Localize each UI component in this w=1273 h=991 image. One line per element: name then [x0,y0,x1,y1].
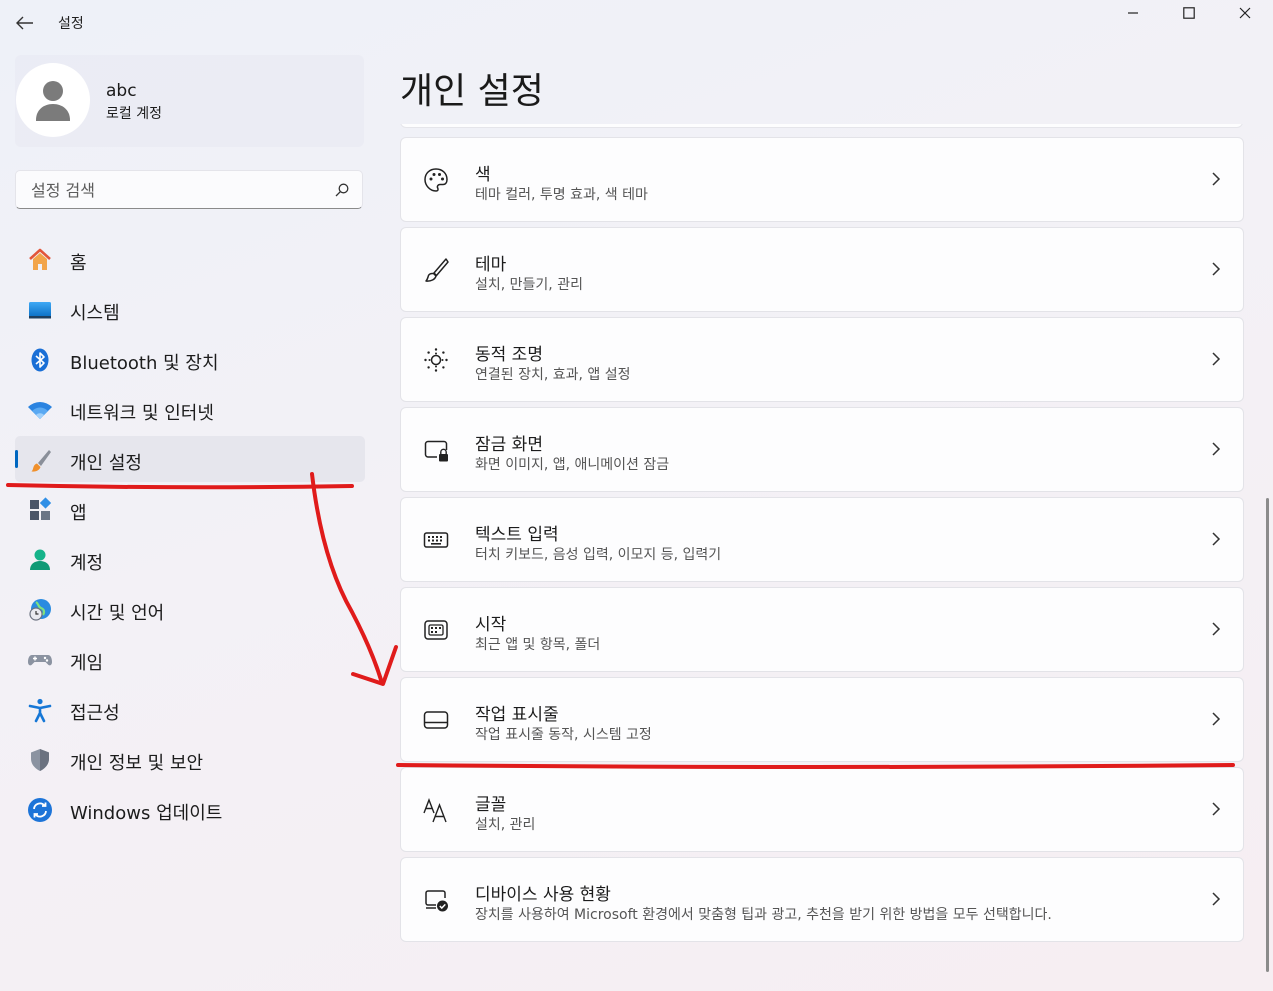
settings-search-box[interactable] [15,170,363,209]
sidebar-item-accessibility[interactable]: 접근성 [15,686,365,732]
card-title: 디바이스 사용 현황 [475,885,611,905]
card-title: 시작 [475,615,507,635]
account-icon [27,547,53,573]
sidebar-item-apps[interactable]: 앱 [15,486,365,532]
card-title: 글꼴 [475,795,507,815]
lock-screen-icon [422,436,450,464]
card-title: 동적 조명 [475,345,543,365]
chevron-right-icon [1212,172,1221,186]
system-icon [27,297,53,323]
sidebar-item-personalization[interactable]: 개인 설정 [15,436,365,482]
card-title: 테마 [475,255,507,275]
fonts-icon [422,796,450,824]
card-subtitle: 장치를 사용하여 Microsoft 환경에서 맞춤형 팁과 광고, 추천을 받… [475,907,1052,923]
sidebar-item-privacy-security[interactable]: 개인 정보 및 보안 [15,736,365,782]
card-title: 색 [475,165,491,185]
search-input[interactable] [29,177,333,203]
chevron-right-icon [1212,892,1221,906]
card-themes[interactable]: 테마 설치, 만들기, 관리 [400,227,1244,312]
card-subtitle: 테마 컬러, 투명 효과, 색 테마 [475,187,648,203]
palette-icon [422,166,450,194]
chevron-right-icon [1212,622,1221,636]
avatar-person-icon [36,81,70,121]
card-device-usage[interactable]: 디바이스 사용 현황 장치를 사용하여 Microsoft 환경에서 맞춤형 팁… [400,857,1244,942]
avatar [16,63,90,137]
card-subtitle: 터치 키보드, 음성 입력, 이모지 등, 입력기 [475,547,722,563]
card-fonts[interactable]: 글꼴 설치, 관리 [400,767,1244,852]
card-subtitle: 화면 이미지, 앱, 애니메이션 잠금 [475,457,670,473]
card-dynamic-lighting[interactable]: 동적 조명 연결된 장치, 효과, 앱 설정 [400,317,1244,402]
card-subtitle: 설치, 만들기, 관리 [475,277,583,293]
device-usage-icon [422,886,450,914]
account-type: 로컬 계정 [106,106,162,122]
close-icon [1239,7,1251,19]
card-title: 잠금 화면 [475,435,543,455]
app-title: 설정 [58,16,84,32]
content-scrollbar[interactable] [1266,498,1269,972]
start-icon [422,616,450,644]
chevron-right-icon [1212,532,1221,546]
maximize-icon [1183,7,1195,19]
sidebar-nav: 홈 시스템 Bluetooth 및 장치 네트워크 및 인터넷 개인 설정 앱 [15,236,365,836]
active-indicator [15,450,18,468]
sidebar-item-windows-update[interactable]: Windows 업데이트 [15,786,365,832]
minimize-icon [1128,12,1138,14]
bluetooth-icon [27,347,53,373]
sidebar-item-bluetooth[interactable]: Bluetooth 및 장치 [15,336,365,382]
chevron-right-icon [1212,442,1221,456]
close-button[interactable] [1217,0,1273,26]
shield-icon [27,747,53,773]
card-text-input[interactable]: 텍스트 입력 터치 키보드, 음성 입력, 이모지 등, 입력기 [400,497,1244,582]
card-taskbar[interactable]: 작업 표시줄 작업 표시줄 동작, 시스템 고정 [400,677,1244,762]
wifi-icon [27,397,53,423]
card-start[interactable]: 시작 최근 앱 및 항목, 폴더 [400,587,1244,672]
sidebar-item-gaming[interactable]: 게임 [15,636,365,682]
minimize-button[interactable] [1105,0,1161,26]
chevron-right-icon [1212,802,1221,816]
sidebar-item-system[interactable]: 시스템 [15,286,365,332]
previous-card-edge [400,124,1243,128]
dynamic-lighting-icon [422,346,450,374]
taskbar-icon [422,706,450,734]
card-subtitle: 작업 표시줄 동작, 시스템 고정 [475,727,652,743]
gamepad-icon [27,647,53,673]
arrow-left-icon [16,16,33,30]
maximize-button[interactable] [1161,0,1217,26]
paintbrush-icon [27,447,53,473]
card-title: 텍스트 입력 [475,525,559,545]
title-bar: 설정 [0,0,1273,46]
update-icon [27,797,53,823]
sidebar-item-accounts[interactable]: 계정 [15,536,365,582]
search-icon[interactable] [335,183,349,197]
chevron-right-icon [1212,262,1221,276]
accessibility-icon [27,697,53,723]
back-button[interactable] [12,10,38,36]
card-title: 작업 표시줄 [475,705,559,725]
sidebar-item-home[interactable]: 홈 [15,236,365,282]
globe-clock-icon [27,597,53,623]
sidebar-item-time-language[interactable]: 시간 및 언어 [15,586,365,632]
card-subtitle: 최근 앱 및 항목, 폴더 [475,637,601,653]
sidebar-item-network[interactable]: 네트워크 및 인터넷 [15,386,365,432]
page-title: 개인 설정 [400,71,544,112]
brush-icon [422,256,450,284]
home-icon [27,247,53,273]
card-subtitle: 설치, 관리 [475,817,536,833]
apps-icon [27,497,53,523]
card-subtitle: 연결된 장치, 효과, 앱 설정 [475,367,631,383]
card-lock-screen[interactable]: 잠금 화면 화면 이미지, 앱, 애니메이션 잠금 [400,407,1244,492]
chevron-right-icon [1212,712,1221,726]
user-profile[interactable]: abc 로컬 계정 [15,55,364,147]
card-color[interactable]: 색 테마 컬러, 투명 효과, 색 테마 [400,137,1244,222]
settings-list: 색 테마 컬러, 투명 효과, 색 테마 테마 설치, 만들기, 관리 동적 조… [400,124,1244,991]
user-name: abc [106,81,137,101]
chevron-right-icon [1212,352,1221,366]
keyboard-icon [422,526,450,554]
